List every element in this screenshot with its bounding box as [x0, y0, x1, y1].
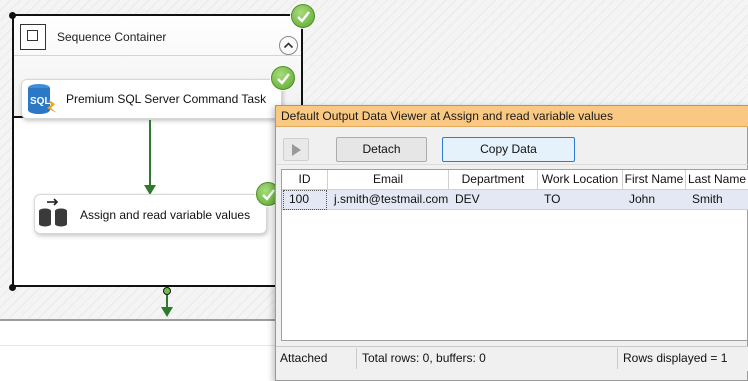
collapse-button[interactable]: [279, 36, 298, 55]
container-corner-handle[interactable]: [9, 12, 16, 19]
column-header-email[interactable]: Email: [328, 170, 449, 189]
connector-handle[interactable]: [163, 287, 171, 295]
status-totals: Total rows: 0, buffers: 0: [362, 351, 486, 365]
cell-department[interactable]: DEV: [449, 190, 538, 209]
sequence-container-title: Sequence Container: [57, 30, 167, 44]
play-icon: [292, 144, 301, 156]
column-header-work-location[interactable]: Work Location: [538, 170, 623, 189]
column-header-department[interactable]: Department: [449, 170, 538, 189]
column-header-first-name[interactable]: First Name: [623, 170, 686, 189]
cell-email[interactable]: j.smith@testmail.com: [328, 190, 449, 209]
task-label: Assign and read variable values: [80, 208, 251, 222]
data-viewer-title: Default Output Data Viewer at Assign and…: [281, 109, 613, 123]
divider: [14, 55, 301, 56]
arrow-down-icon: [161, 307, 173, 317]
sql-icon: SQL: [25, 82, 59, 116]
database-icon: [38, 198, 72, 230]
divider: [617, 348, 618, 369]
task-label: Premium SQL Server Command Task: [66, 92, 267, 106]
svg-text:SQL: SQL: [30, 96, 51, 107]
status-rows-displayed: Rows displayed = 1: [623, 351, 728, 365]
status-state: Attached: [280, 351, 328, 365]
copy-data-button[interactable]: Copy Data: [442, 137, 575, 162]
cell-last-name[interactable]: Smith: [686, 190, 748, 209]
cell-first-name[interactable]: John: [623, 190, 686, 209]
success-check-icon: [291, 4, 315, 28]
divider: [276, 164, 748, 165]
container-corner-handle[interactable]: [9, 284, 16, 291]
sequence-container-icon: [20, 24, 46, 50]
precedence-constraint[interactable]: [149, 120, 151, 187]
column-header-id[interactable]: ID: [282, 170, 328, 189]
play-button[interactable]: [283, 138, 309, 161]
column-header-last-name[interactable]: Last Name: [686, 170, 748, 189]
chevron-up-icon: [283, 42, 294, 49]
detach-button[interactable]: Detach: [336, 137, 427, 162]
success-check-icon: [271, 66, 295, 90]
cell-work-location[interactable]: TO: [538, 190, 623, 209]
divider: [356, 348, 357, 369]
cell-id[interactable]: 100: [283, 190, 328, 209]
